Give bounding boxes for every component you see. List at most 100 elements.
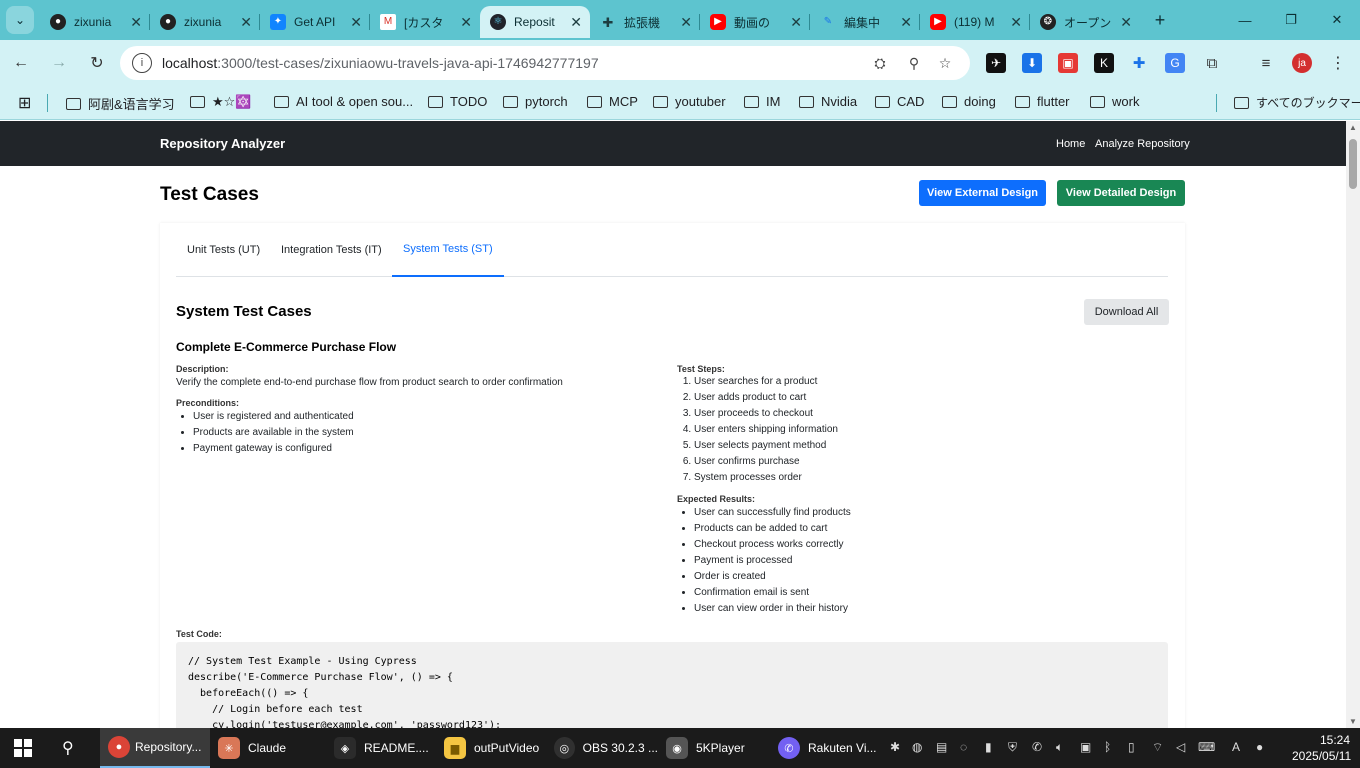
download-all-button[interactable]: Download All bbox=[1084, 299, 1169, 325]
bookmark-folder[interactable]: CAD bbox=[875, 94, 924, 109]
volume-icon[interactable]: 🔈︎ bbox=[1056, 740, 1063, 755]
taskbar-app-viber[interactable]: ✆ Rakuten Vi... bbox=[770, 728, 880, 768]
browser-tab[interactable]: ● zixunia ✕ bbox=[150, 6, 260, 38]
close-icon[interactable]: ✕ bbox=[460, 14, 472, 31]
tray-icon[interactable]: ▮ bbox=[985, 740, 992, 754]
close-icon[interactable]: ✕ bbox=[1120, 14, 1132, 31]
forward-button[interactable]: → bbox=[42, 46, 76, 80]
media-control-icon[interactable]: ≡ bbox=[1256, 53, 1276, 73]
taskbar-app-chrome[interactable]: ● Repository... bbox=[100, 728, 210, 768]
zoom-icon[interactable]: ⚲ bbox=[904, 53, 924, 73]
close-window-button[interactable]: ✕ bbox=[1314, 0, 1360, 40]
view-detailed-design-button[interactable]: View Detailed Design bbox=[1057, 180, 1185, 206]
shield-icon[interactable]: ⛨ bbox=[1008, 740, 1017, 755]
tab-integration-tests[interactable]: Integration Tests (IT) bbox=[270, 223, 393, 277]
scroll-down-icon[interactable]: ▼ bbox=[1349, 717, 1357, 726]
browser-tab[interactable]: ● zixunia ✕ bbox=[40, 6, 150, 38]
tray-icon[interactable]: ▣ bbox=[1080, 740, 1091, 754]
close-icon[interactable]: ✕ bbox=[570, 14, 582, 31]
translate-icon[interactable]: ⛭ bbox=[870, 53, 890, 73]
close-icon[interactable]: ✕ bbox=[680, 14, 692, 31]
browser-tab[interactable]: M [カスタ ✕ bbox=[370, 6, 480, 38]
extension-icon[interactable]: ▣ bbox=[1058, 53, 1078, 73]
speaker-icon[interactable]: ◁ bbox=[1176, 740, 1185, 754]
kebab-menu-icon[interactable]: ⋮ bbox=[1328, 53, 1348, 73]
bookmark-folder[interactable]: MCP bbox=[587, 94, 638, 109]
taskbar-app-cursor[interactable]: ◈ README.... bbox=[326, 728, 436, 768]
nav-analyze-link[interactable]: Analyze Repository bbox=[1095, 138, 1190, 150]
tab-system-tests[interactable]: System Tests (ST) bbox=[392, 223, 504, 277]
weather-icon[interactable]: ● bbox=[1256, 740, 1263, 754]
extensions-menu-icon[interactable]: ⧉ bbox=[1202, 53, 1222, 73]
puzzle-icon[interactable]: ✚ bbox=[1129, 53, 1149, 73]
browser-tab[interactable]: ▶ 動画の ✕ bbox=[700, 6, 810, 38]
bluetooth-icon[interactable]: ᛒ bbox=[1104, 740, 1111, 754]
taskbar-clock[interactable]: 15:24 2025/05/11 bbox=[1292, 732, 1351, 764]
restore-button[interactable]: ❐ bbox=[1268, 0, 1314, 40]
close-icon[interactable]: ✕ bbox=[790, 14, 802, 31]
battery-icon[interactable]: ▯ bbox=[1128, 740, 1135, 754]
new-tab-button[interactable]: + bbox=[1146, 6, 1174, 34]
minimize-button[interactable]: — bbox=[1222, 0, 1268, 40]
browser-tab[interactable]: ✦ Get API ✕ bbox=[260, 6, 370, 38]
ime-indicator[interactable]: A bbox=[1232, 740, 1240, 754]
wifi-icon[interactable]: ⌔ bbox=[1152, 740, 1163, 755]
test-code-block[interactable]: // System Test Example - Using Cypress d… bbox=[176, 642, 1168, 728]
bookmark-folder[interactable]: AI tool & open sou... bbox=[274, 94, 413, 109]
taskbar-app-5kplayer[interactable]: ◉ 5KPlayer bbox=[658, 728, 768, 768]
site-info-icon[interactable]: i bbox=[132, 53, 152, 73]
bookmark-folder[interactable]: youtuber bbox=[653, 94, 726, 109]
scroll-up-icon[interactable]: ▲ bbox=[1349, 123, 1357, 132]
taskbar-app-explorer[interactable]: ▆ outPutVideo bbox=[436, 728, 546, 768]
tab-search-button[interactable]: ⌄ bbox=[6, 6, 34, 34]
scrollbar-thumb[interactable] bbox=[1349, 139, 1357, 189]
browser-tab-active[interactable]: ⚛ Reposit ✕ bbox=[480, 6, 590, 38]
viber-tray-icon[interactable]: ✆ bbox=[1032, 740, 1042, 754]
bookmark-folder[interactable]: pytorch bbox=[503, 94, 568, 109]
windows-start-icon[interactable] bbox=[14, 739, 32, 757]
browser-tab[interactable]: ❂ オープン ✕ bbox=[1030, 6, 1140, 38]
taskbar-app-claude[interactable]: ✳ Claude bbox=[210, 728, 318, 768]
translate-icon[interactable]: G bbox=[1165, 53, 1185, 73]
keyboard-icon[interactable]: ⌨ bbox=[1198, 740, 1215, 754]
close-icon[interactable]: ✕ bbox=[240, 14, 252, 31]
search-icon[interactable]: ⚲ bbox=[62, 738, 74, 758]
tray-icon[interactable]: ◌ bbox=[960, 740, 967, 754]
close-icon[interactable]: ✕ bbox=[900, 14, 912, 31]
browser-tab[interactable]: ✎ 編集中 ✕ bbox=[810, 6, 920, 38]
taskbar-app-obs[interactable]: ◎ OBS 30.2.3 ... bbox=[546, 728, 658, 768]
bookmark-folder[interactable]: TODO bbox=[428, 94, 487, 109]
download-icon[interactable]: ⬇ bbox=[1022, 53, 1042, 73]
star-icon[interactable]: ☆ bbox=[935, 53, 955, 73]
tray-icon[interactable]: ✱ bbox=[890, 740, 900, 754]
nav-home-link[interactable]: Home bbox=[1056, 138, 1085, 150]
app-brand[interactable]: Repository Analyzer bbox=[160, 136, 285, 151]
tab-unit-tests[interactable]: Unit Tests (UT) bbox=[176, 223, 271, 277]
close-icon[interactable]: ✕ bbox=[350, 14, 362, 31]
tray-icon[interactable]: ▤ bbox=[936, 740, 947, 754]
extension-icon[interactable]: ✈ bbox=[986, 53, 1006, 73]
bookmark-folder[interactable]: work bbox=[1090, 94, 1139, 109]
bookmark-folder[interactable]: ★☆🔯 bbox=[190, 94, 252, 110]
bookmark-folder[interactable]: doing bbox=[942, 94, 996, 109]
windows-taskbar: ⚲ ● Repository... ✳ Claude ◈ README.... ▆ ou… bbox=[0, 728, 1360, 768]
view-external-design-button[interactable]: View External Design bbox=[919, 180, 1046, 206]
bookmark-folder[interactable]: IM bbox=[744, 94, 780, 109]
close-icon[interactable]: ✕ bbox=[130, 14, 142, 31]
url-text[interactable]: localhost:3000/test-cases/zixuniaowu-tra… bbox=[162, 55, 599, 71]
page-scrollbar[interactable]: ▲ ▼ bbox=[1346, 121, 1360, 728]
browser-tab[interactable]: ▶ (119) M ✕ bbox=[920, 6, 1030, 38]
reload-button[interactable]: ↻ bbox=[80, 46, 114, 80]
close-icon[interactable]: ✕ bbox=[1010, 14, 1022, 31]
bookmark-folder[interactable]: flutter bbox=[1015, 94, 1070, 109]
apps-grid-icon[interactable]: ⊞ bbox=[18, 93, 31, 113]
profile-avatar[interactable]: ja bbox=[1292, 53, 1312, 73]
bookmark-folder[interactable]: Nvidia bbox=[799, 94, 857, 109]
back-button[interactable]: ← bbox=[4, 46, 38, 80]
tray-icon[interactable]: ◍ bbox=[912, 740, 922, 754]
browser-tab[interactable]: ✚ 拡張機 ✕ bbox=[590, 6, 700, 38]
all-bookmarks-folder[interactable]: すべてのブックマーク bbox=[1234, 94, 1360, 111]
bookmark-folder[interactable]: 阿剧&语言学习 bbox=[66, 94, 175, 113]
address-bar[interactable]: i localhost:3000/test-cases/zixuniaowu-t… bbox=[120, 46, 970, 80]
extension-icon[interactable]: K bbox=[1094, 53, 1114, 73]
